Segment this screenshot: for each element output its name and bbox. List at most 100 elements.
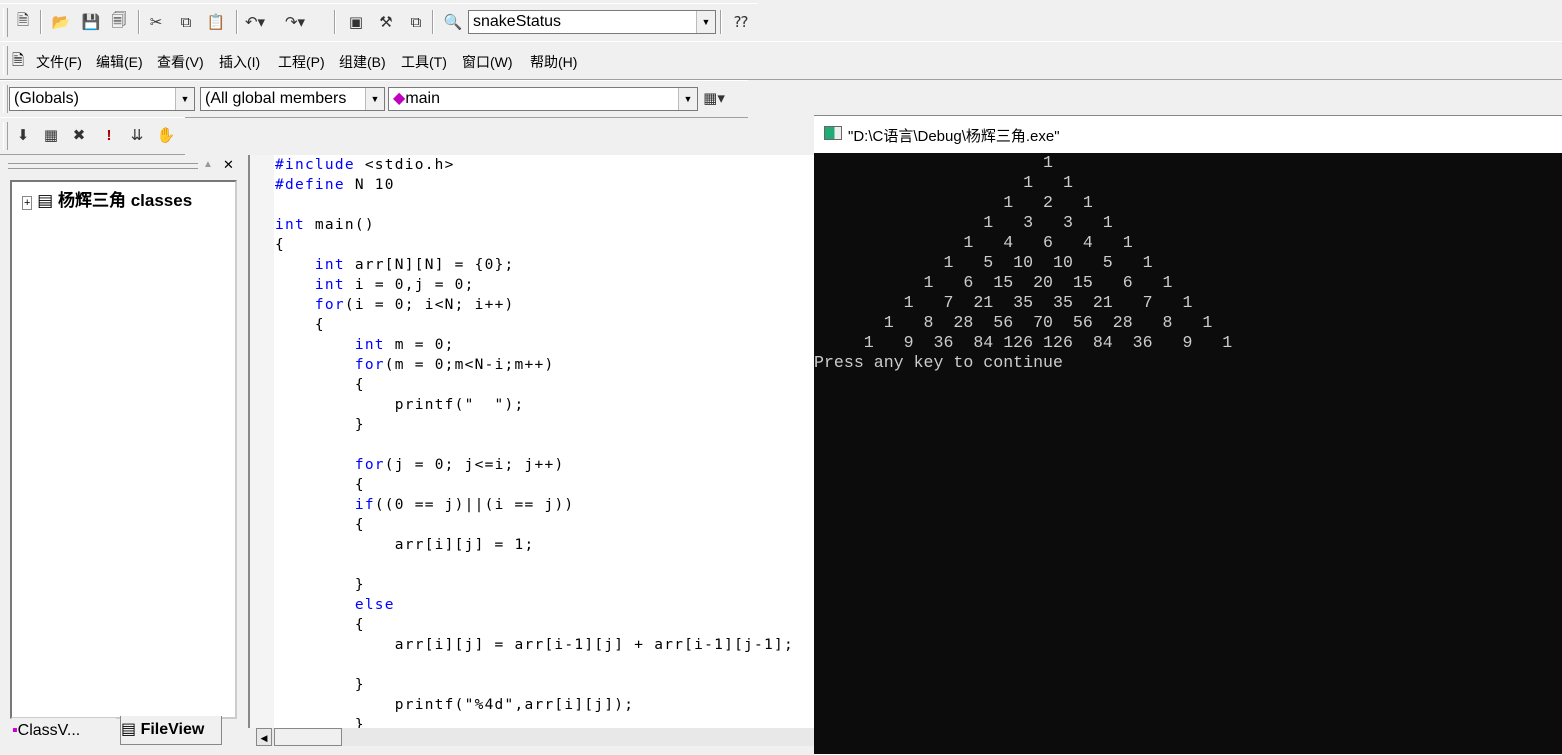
cut-icon[interactable]: ✂ (145, 11, 167, 33)
menu-bar: 🗎 文件(F) 编辑(E) 查看(V) 插入(I) 工程(P) 组建(B) 工具(T) 窗口(… (0, 41, 1562, 80)
function-combo[interactable]: ◆main ▼ (388, 87, 698, 111)
horizontal-scrollbar[interactable]: ◀ (256, 728, 814, 746)
menu-item[interactable]: 文件(F) (36, 52, 82, 72)
build-icon[interactable]: ▦ (40, 124, 62, 146)
undo-icon[interactable]: ↶▾ (244, 11, 266, 33)
menu-item[interactable]: 插入(I) (219, 52, 260, 72)
console-row: 1 2 1 (814, 193, 1093, 212)
execute-icon[interactable]: ! (98, 124, 120, 146)
menu-item[interactable]: 窗口(W) (462, 52, 513, 72)
scroll-thumb[interactable] (274, 728, 342, 746)
compile-icon[interactable]: ⬇ (12, 124, 34, 146)
copy-icon[interactable]: ⧉ (175, 11, 197, 33)
code-line: { (275, 317, 325, 333)
console-row: 1 9 36 84 126 126 84 36 9 1 (814, 333, 1233, 352)
window-list-icon[interactable]: ⧉ (405, 11, 427, 33)
wizard-bar: (Globals) ▼ (All global members ▼ ◆main ▼ ▦… (0, 80, 748, 118)
console-row: 1 4 6 4 1 (814, 233, 1133, 252)
open-icon[interactable]: 📂 (50, 11, 72, 33)
standard-toolbar: 🗎 📂 💾 🗐 ✂ ⧉ 📋 ↶▾ ↷▾ ▣ ⚒ ⧉ 🔍 ⁇ snakeStatus ▼ (0, 3, 758, 42)
close-icon[interactable]: ✕ (223, 157, 234, 173)
code-line: if((0 == j)||(i == j)) (354, 497, 575, 513)
menu-item[interactable]: 查看(V) (157, 52, 204, 72)
build-toolbar: ⬇ ▦ ✖! ⇊ ✋ (0, 117, 185, 155)
wizard-grip[interactable] (3, 85, 8, 113)
toolbar-separator (138, 10, 140, 34)
paste-icon[interactable]: 📋 (205, 11, 227, 33)
menu-item[interactable]: 帮助(H) (530, 52, 577, 72)
go-icon[interactable]: ⇊ (126, 124, 148, 146)
code-line: for(i = 0; i<N; i++) (314, 297, 515, 313)
code-line: arr[i][j] = 1; (275, 537, 535, 553)
breakpoint-icon[interactable]: ✋ (155, 124, 177, 146)
code-line: else (275, 595, 794, 615)
members-combo[interactable]: (All global members ▼ (200, 87, 385, 111)
scope-combo[interactable]: (Globals) ▼ (9, 87, 195, 111)
keyword: int (275, 217, 305, 233)
workspace-icon[interactable]: ▣ (345, 11, 367, 33)
keyword: if (354, 497, 375, 513)
code-line: { (275, 517, 365, 533)
menu-item[interactable]: 组建(B) (339, 52, 386, 72)
menu-item[interactable]: 工程(P) (278, 52, 325, 72)
build-grip[interactable] (3, 122, 8, 150)
console-output[interactable]: 1 1 1 1 2 1 1 3 3 1 1 4 6 4 1 1 5 10 10 … (814, 153, 1562, 754)
console-prompt: Press any key to continue (814, 353, 1063, 372)
code-line: printf(" "); (275, 397, 525, 413)
workspace-panel: ▲ ✕ + ▤ 杨辉三角 classes ▪ClassV... ▤ FileVi… (0, 155, 245, 754)
menu-item[interactable]: 编辑(E) (96, 52, 143, 72)
function-icon: ◆ (393, 90, 406, 107)
code-line: int m = 0; (354, 337, 455, 353)
code-line: } (275, 677, 365, 693)
code-line: for(m = 0;m<N-i;m++) (354, 357, 555, 373)
toolbar-grip[interactable] (3, 8, 8, 37)
toolbar-separator (720, 10, 722, 34)
redo-icon[interactable]: ↷▾ (284, 11, 306, 33)
expand-icon[interactable]: + (22, 196, 33, 210)
output-icon[interactable]: ⚒ (375, 11, 397, 33)
search-icon[interactable]: ⁇ (730, 11, 752, 33)
maximize-icon[interactable]: ▲ (203, 159, 213, 170)
keyword: else (354, 597, 395, 613)
chevron-down-icon[interactable]: ▼ (678, 88, 697, 110)
console-row: 1 8 28 56 70 56 28 8 1 (814, 313, 1213, 332)
console-row: 1 (814, 153, 1053, 172)
save-icon[interactable]: 💾 (80, 11, 102, 33)
panel-grip[interactable] (8, 163, 198, 169)
console-title: "D:\C语言\Debug\杨辉三角.exe" (848, 128, 1060, 145)
scroll-left-button[interactable]: ◀ (256, 728, 272, 746)
tab-fileview[interactable]: ▤ FileView (120, 716, 222, 745)
stop-build-icon[interactable]: ✖ (68, 124, 90, 146)
keyword: int (354, 337, 385, 353)
code-text[interactable]: #include <stdio.h> #define N 10 int main(… (275, 155, 794, 735)
code-line: { (275, 237, 285, 253)
tree-item-root[interactable]: + ▤ 杨辉三角 classes (22, 186, 192, 211)
toolbar-separator (334, 10, 336, 34)
document-icon: 🗎 (12, 52, 25, 69)
toolbar-separator (40, 10, 42, 34)
save-all-icon[interactable]: 🗐 (108, 11, 130, 33)
keyword: #include (275, 157, 355, 173)
tab-classview[interactable]: ▪ClassV... (12, 718, 116, 744)
chevron-down-icon[interactable]: ▼ (365, 88, 384, 110)
keyword: #define (275, 177, 345, 193)
find-combo[interactable]: snakeStatus ▼ (468, 10, 716, 34)
console-row: 1 7 21 35 35 21 7 1 (814, 293, 1193, 312)
chevron-down-icon[interactable]: ▼ (175, 88, 194, 110)
menu-grip[interactable] (3, 46, 8, 75)
code-line: #define N 10 (275, 177, 395, 193)
new-text-file-icon[interactable]: 🗎 (12, 11, 34, 33)
code-line: { (275, 477, 365, 493)
find-in-files-icon[interactable]: 🔍 (442, 11, 464, 33)
tree-root-label: 杨辉三角 classes (57, 191, 193, 210)
wizard-actions-icon[interactable]: ▦▾ (703, 87, 725, 109)
menu-item[interactable]: 工具(T) (401, 52, 447, 72)
chevron-down-icon[interactable]: ▼ (696, 11, 715, 33)
keyword: int (314, 257, 345, 273)
fileview-icon: ▤ (121, 721, 137, 738)
code-line: for(j = 0; j<=i; j++) (354, 457, 565, 473)
